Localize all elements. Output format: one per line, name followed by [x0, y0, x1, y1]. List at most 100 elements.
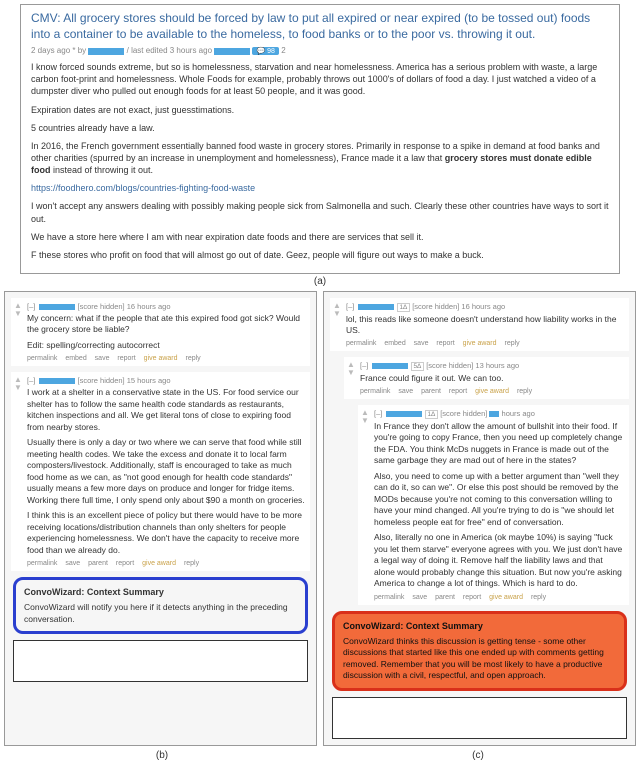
save-link[interactable]: save — [412, 594, 427, 601]
comment-meta: [score hidden] 15 hours ago — [78, 376, 171, 385]
convowizard-title: ConvoWizard: Context Summary — [343, 620, 616, 632]
meta-edited: / last edited 3 hours ago — [127, 46, 212, 55]
permalink-link[interactable]: permalink — [374, 594, 404, 601]
collapse-toggle[interactable]: [–] — [360, 361, 368, 370]
vote-arrows[interactable]: ▲▼ — [346, 361, 356, 377]
comment-actions: permalink save parent report give award … — [360, 388, 625, 395]
comment-body: I work at a shelter in a conservative st… — [27, 387, 306, 556]
comment-para: Usually there is only a day or two where… — [27, 437, 306, 506]
comment: ▲▼ [–] [score hidden] 15 hours ago I wor… — [11, 372, 310, 571]
comment-body: lol, this reads like someone doesn't und… — [346, 314, 625, 337]
collapse-toggle[interactable]: [–] — [374, 409, 382, 418]
username-redacted — [358, 304, 394, 310]
comment-actions: permalink embed save report give award r… — [346, 340, 625, 347]
reply-link[interactable]: reply — [185, 355, 200, 362]
comment-count-badge[interactable]: 💬 98 — [252, 47, 278, 55]
comment: ▲▼ [–] 1∆ [score hidden] hours ago In Fr… — [358, 405, 629, 604]
comment-para: In France they don't allow the amount of… — [374, 421, 625, 467]
reply-link[interactable]: reply — [504, 340, 519, 347]
collapse-toggle[interactable]: [–] — [27, 376, 35, 385]
comment-body: In France they don't allow the amount of… — [374, 421, 625, 590]
save-link[interactable]: save — [95, 355, 110, 362]
delta-flair: 5∆ — [411, 362, 425, 371]
convowizard-title: ConvoWizard: Context Summary — [24, 586, 297, 598]
vote-arrows[interactable]: ▲▼ — [332, 302, 342, 318]
comment: ▲▼ [–] [score hidden] 16 hours ago My co… — [11, 298, 310, 366]
comment-meta: [score hidden] 16 hours ago — [412, 302, 505, 311]
comment-body: France could figure it out. We can too. — [360, 373, 625, 384]
subfigure-label-b: (b) — [4, 750, 320, 761]
post-para: F these stores who profit on food that w… — [31, 249, 609, 261]
report-link[interactable]: report — [116, 560, 134, 567]
comment-actions: permalink save parent report give award … — [374, 594, 625, 601]
delta-flair: 1∆ — [425, 410, 439, 419]
permalink-link[interactable]: permalink — [27, 560, 57, 567]
comment-para: Also, literally no one in America (ok ma… — [374, 532, 625, 589]
comment-meta: hours ago — [502, 409, 535, 418]
reply-textarea[interactable] — [332, 697, 627, 739]
username-redacted — [39, 378, 75, 384]
post-title[interactable]: CMV: All grocery stores should be forced… — [31, 11, 609, 42]
comment-meta: [score hidden] 13 hours ago — [426, 361, 519, 370]
report-link[interactable]: report — [449, 388, 467, 395]
vote-arrows[interactable]: ▲▼ — [360, 409, 370, 425]
post-para: Expiration dates are not exact, just gue… — [31, 104, 609, 116]
convowizard-box: ConvoWizard: Context Summary ConvoWizard… — [13, 577, 308, 634]
username-redacted — [39, 304, 75, 310]
collapse-toggle[interactable]: [–] — [346, 302, 354, 311]
parent-link[interactable]: parent — [435, 594, 455, 601]
comment-header: [–] 1∆ [score hidden] 16 hours ago — [346, 302, 625, 312]
comment-para: Also, you need to come up with a better … — [374, 471, 625, 528]
post-para: We have a store here where I am with nea… — [31, 231, 609, 243]
comment: ▲▼ [–] 1∆ [score hidden] 16 hours ago lo… — [330, 298, 629, 351]
reply-textarea[interactable] — [13, 640, 308, 682]
panels-row: ▲▼ [–] [score hidden] 16 hours ago My co… — [4, 291, 636, 746]
convowizard-body: ConvoWizard thinks this discussion is ge… — [343, 636, 616, 682]
collapse-toggle[interactable]: [–] — [27, 302, 35, 311]
save-link[interactable]: save — [398, 388, 413, 395]
comment-para: I think this is an excellent piece of po… — [27, 510, 306, 556]
parent-link[interactable]: parent — [421, 388, 441, 395]
comment-body: My concern: what if the people that ate … — [27, 313, 306, 351]
comment-meta: [score hidden] 16 hours ago — [78, 302, 171, 311]
comment-actions: permalink embed save report give award r… — [27, 355, 306, 362]
permalink-link[interactable]: permalink — [346, 340, 376, 347]
permalink-link[interactable]: permalink — [27, 355, 57, 362]
give-award-link[interactable]: give award — [463, 340, 497, 347]
vote-arrows[interactable]: ▲▼ — [13, 302, 23, 318]
give-award-link[interactable]: give award — [489, 594, 523, 601]
editor-redacted — [214, 48, 250, 55]
save-link[interactable]: save — [414, 340, 429, 347]
meta-suffix: 2 — [281, 46, 285, 55]
comment-para: France could figure it out. We can too. — [360, 373, 625, 384]
subfigure-label-a: (a) — [0, 276, 640, 287]
give-award-link[interactable]: give award — [142, 560, 176, 567]
reply-link[interactable]: reply — [184, 560, 199, 567]
embed-link[interactable]: embed — [65, 355, 86, 362]
comment-para: My concern: what if the people that ate … — [27, 313, 306, 336]
post-para: In 2016, the French government essential… — [31, 140, 609, 176]
vote-arrows[interactable]: ▲▼ — [13, 376, 23, 392]
delta-flair: 1∆ — [397, 303, 411, 312]
give-award-link[interactable]: give award — [144, 355, 178, 362]
post-para[interactable]: https://foodhero.com/blogs/countries-fig… — [31, 182, 609, 194]
report-link[interactable]: report — [117, 355, 135, 362]
comment-actions: permalink save parent report give award … — [27, 560, 306, 567]
panel-b: ▲▼ [–] [score hidden] 16 hours ago My co… — [4, 291, 317, 746]
comment-header: [–] [score hidden] 15 hours ago — [27, 376, 306, 385]
meta-age: 2 days ago * by — [31, 46, 86, 55]
permalink-link[interactable]: permalink — [360, 388, 390, 395]
parent-link[interactable]: parent — [88, 560, 108, 567]
report-link[interactable]: report — [463, 594, 481, 601]
panel-c: ▲▼ [–] 1∆ [score hidden] 16 hours ago lo… — [323, 291, 636, 746]
report-link[interactable]: report — [436, 340, 454, 347]
save-link[interactable]: save — [65, 560, 80, 567]
give-award-link[interactable]: give award — [475, 388, 509, 395]
comment-meta: [score hidden] — [440, 409, 487, 418]
reply-link[interactable]: reply — [517, 388, 532, 395]
reply-link[interactable]: reply — [531, 594, 546, 601]
comment-para: Edit: spelling/correcting autocorrect — [27, 340, 306, 351]
embed-link[interactable]: embed — [384, 340, 405, 347]
comment-header: [–] [score hidden] 16 hours ago — [27, 302, 306, 311]
comment-para: I work at a shelter in a conservative st… — [27, 387, 306, 433]
